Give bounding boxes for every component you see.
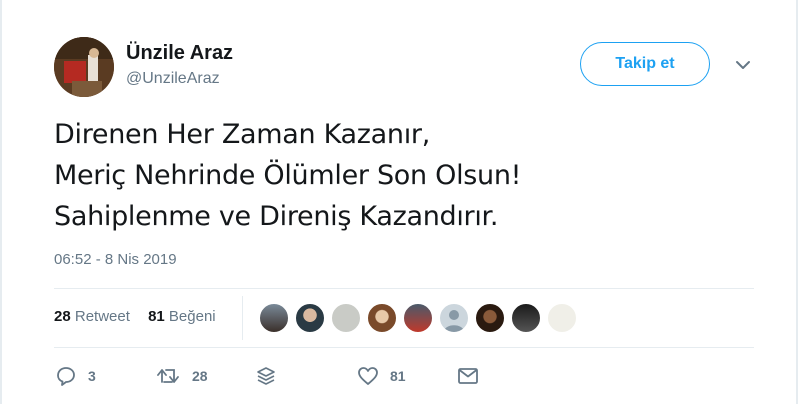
liker-avatar[interactable] [330, 302, 362, 334]
like-count: 81 [148, 308, 165, 325]
like-action-count: 81 [390, 368, 406, 384]
layers-icon [257, 367, 275, 385]
liker-avatar[interactable] [510, 302, 542, 334]
like-label: Beğeni [168, 308, 216, 325]
retweet-stat[interactable]: 28 Retweet [54, 308, 130, 325]
direct-message-button[interactable] [456, 364, 480, 388]
reply-button[interactable]: 3 [54, 364, 96, 388]
avatar[interactable] [54, 37, 114, 97]
heart-icon [358, 367, 378, 385]
like-stat[interactable]: 81 Beğeni [148, 308, 216, 325]
liker-avatar[interactable] [366, 302, 398, 334]
retweet-action-count: 28 [192, 368, 208, 384]
left-border [0, 0, 2, 404]
liker-avatar[interactable] [546, 302, 578, 334]
reply-count: 3 [88, 368, 96, 384]
display-name[interactable]: Ünzile Araz [126, 42, 233, 65]
retweet-icon [157, 369, 179, 383]
divider [54, 347, 754, 348]
liker-avatar[interactable] [294, 302, 326, 334]
add-to-moment-button[interactable] [254, 364, 278, 388]
tweet-line: Sahiplenme ve Direniş Kazandırır. [54, 201, 499, 232]
retweet-label: Retweet [74, 308, 130, 325]
retweet-count: 28 [54, 308, 71, 325]
stats-separator [242, 296, 243, 340]
like-button[interactable]: 81 [356, 364, 406, 388]
follow-button[interactable]: Takip et [580, 42, 710, 86]
tweet-line: Meriç Nehrinde Ölümler Son Olsun! [54, 160, 522, 191]
envelope-icon [458, 368, 478, 384]
reply-icon [57, 367, 75, 386]
user-handle[interactable]: @UnzileAraz [126, 70, 220, 88]
retweet-button[interactable]: 28 [156, 364, 208, 388]
default-avatar-icon[interactable] [438, 302, 470, 334]
chevron-down-icon[interactable] [734, 58, 752, 72]
liker-avatar[interactable] [474, 302, 506, 334]
liker-avatar[interactable] [402, 302, 434, 334]
tweet-stats: 28 Retweet 81 Beğeni [54, 308, 230, 325]
tweet-card: Ünzile Araz @UnzileAraz Takip et Direnen… [0, 0, 798, 404]
liker-avatar[interactable] [258, 302, 290, 334]
tweet-text: Direnen Her Zaman Kazanır, Meriç Nehrind… [54, 114, 522, 237]
tweet-line: Direnen Her Zaman Kazanır, [54, 119, 431, 150]
divider [54, 288, 754, 289]
tweet-timestamp[interactable]: 06:52 - 8 Nis 2019 [54, 251, 177, 268]
